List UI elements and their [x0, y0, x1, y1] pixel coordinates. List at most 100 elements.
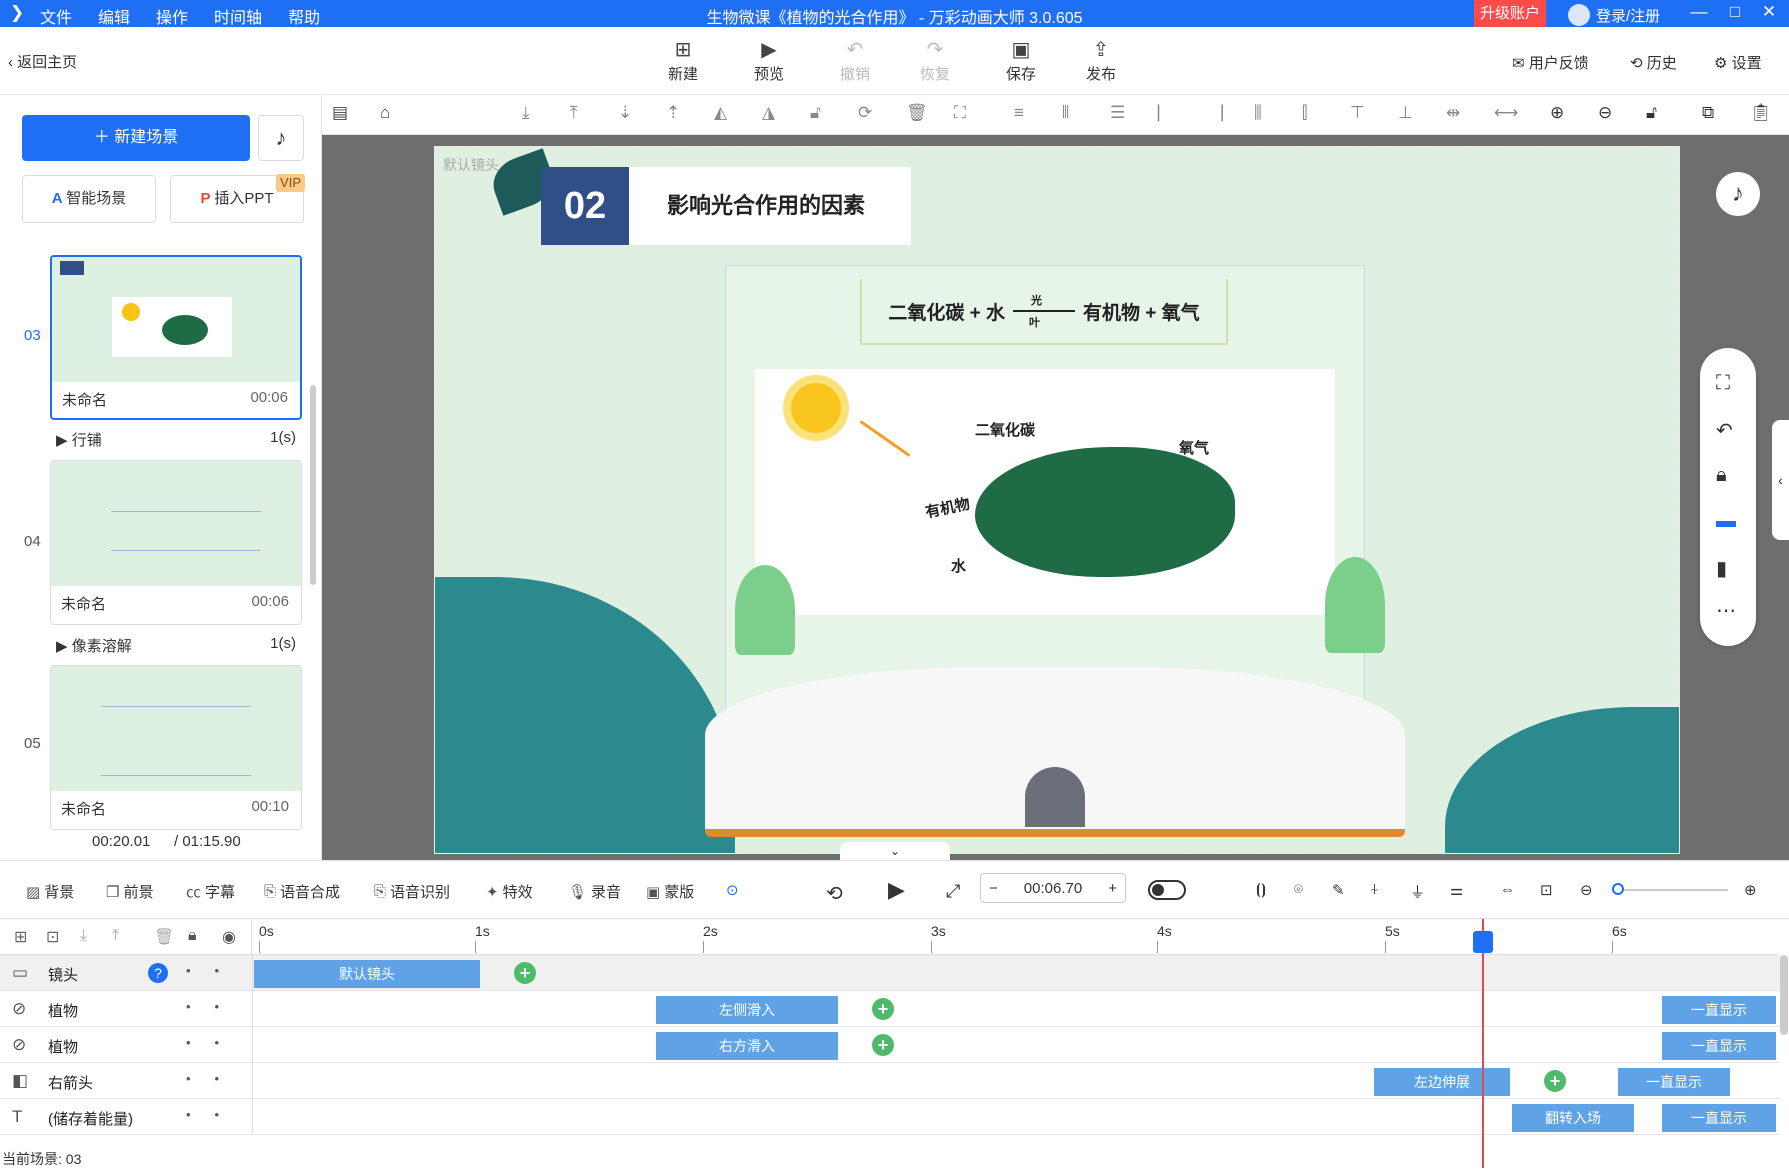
- rotate-icon[interactable]: ⟳: [858, 103, 872, 123]
- dist-h-icon[interactable]: ⫼: [1254, 103, 1262, 123]
- track-right-arrow[interactable]: ◧ 右箭头 •• 左边伸展 + 一直显示: [0, 1063, 1780, 1099]
- upgrade-account-button[interactable]: 升级账户: [1474, 0, 1546, 27]
- effect-button[interactable]: ✦ 特效: [486, 881, 533, 902]
- replay-button[interactable]: ⟲: [826, 881, 843, 906]
- fit-icon[interactable]: ⦗⦘: [1256, 881, 1266, 898]
- layer-up-icon[interactable]: ⇡: [666, 103, 680, 123]
- zoom-in-icon[interactable]: ⊕: [1550, 103, 1564, 123]
- align-left-icon[interactable]: ⎸: [1158, 103, 1175, 123]
- split-icon[interactable]: ⍭: [1370, 881, 1379, 898]
- plant-right[interactable]: [1325, 557, 1385, 653]
- fullscreen-button[interactable]: ⤢: [946, 881, 960, 902]
- clip[interactable]: 默认镜头: [254, 960, 480, 988]
- edit-icon[interactable]: ✎: [1332, 881, 1345, 899]
- time-ruler[interactable]: 0s 1s 2s 3s 4s 5s 6s: [252, 919, 1778, 955]
- current-time[interactable]: 00:06.70: [1024, 880, 1082, 897]
- settings-button[interactable]: ⚙ 设置: [1714, 52, 1762, 73]
- align-middle-icon[interactable]: ☰: [1110, 103, 1125, 123]
- eye-icon[interactable]: ◉: [222, 927, 236, 947]
- scene-scrollbar[interactable]: [310, 385, 316, 585]
- one-to-one-icon[interactable]: ⊡: [1540, 881, 1553, 899]
- redo-button[interactable]: ↷ 恢复: [910, 37, 960, 84]
- music-button[interactable]: ♪: [258, 115, 304, 161]
- insert-ppt-button[interactable]: P 插入PPT VIP: [170, 174, 305, 223]
- format-painter-icon[interactable]: ▤: [332, 103, 348, 123]
- lock-icon[interactable]: 🔓︎: [810, 103, 821, 123]
- clip[interactable]: 左边伸展: [1374, 1068, 1510, 1096]
- menu-operate[interactable]: 操作: [156, 4, 188, 28]
- home-icon[interactable]: ⌂: [380, 103, 390, 123]
- flip-v-icon[interactable]: ◮: [762, 103, 775, 123]
- add-folder-icon[interactable]: ⊞: [14, 927, 27, 947]
- move-up-icon[interactable]: ⤒: [112, 927, 119, 945]
- collapse-timeline[interactable]: ⌄: [840, 842, 950, 860]
- clip[interactable]: 左侧滑入: [656, 996, 838, 1024]
- scene-card-03[interactable]: 未命名 00:06: [50, 255, 302, 420]
- smart-scene-button[interactable]: A 智能场景: [22, 175, 156, 223]
- new-scene-button[interactable]: ＋ 新建场景: [22, 115, 250, 161]
- foreground-button[interactable]: ❐ 前景: [106, 881, 153, 902]
- new-layer-icon[interactable]: ⊡: [46, 927, 59, 947]
- fit-width-icon[interactable]: ⇔: [1500, 881, 1515, 898]
- play-button[interactable]: ▶: [888, 877, 905, 903]
- publish-button[interactable]: ⇪ 发布: [1076, 37, 1126, 84]
- copy-icon[interactable]: ⧉: [1702, 103, 1714, 123]
- track-toggles[interactable]: ••: [186, 999, 243, 1014]
- new-button[interactable]: ⊞ 新建: [658, 37, 708, 84]
- track-toggles[interactable]: ••: [186, 963, 243, 978]
- lock-icon[interactable]: 🔒︎: [188, 927, 197, 945]
- track-toggles[interactable]: ••: [186, 1035, 243, 1050]
- stage[interactable]: 默认镜头 02 影响光合作用的因素 二氧化碳 + 水 光 叶 有机物 + 氧气 …: [434, 146, 1680, 854]
- section-badge[interactable]: 02: [541, 167, 629, 245]
- clip[interactable]: 右方滑入: [656, 1032, 838, 1060]
- track-toggles[interactable]: ••: [186, 1107, 243, 1122]
- clip[interactable]: 一直显示: [1662, 1032, 1776, 1060]
- background-button[interactable]: ▨ 背景: [26, 881, 74, 902]
- zoom-in-icon[interactable]: ⊕: [1744, 881, 1757, 899]
- align-center-icon[interactable]: ≡: [1014, 103, 1024, 123]
- toggle-switch[interactable]: [1148, 880, 1186, 900]
- preview-button[interactable]: ▶ 预览: [744, 37, 794, 84]
- move-down-icon[interactable]: ⤓: [80, 927, 87, 945]
- playhead[interactable]: [1482, 919, 1484, 1168]
- undo-shape-icon[interactable]: ↶: [1716, 418, 1733, 443]
- align-right-icon[interactable]: ⎹: [1206, 103, 1223, 123]
- clip[interactable]: 一直显示: [1662, 996, 1776, 1024]
- slide-heading[interactable]: 影响光合作用的因素: [629, 167, 911, 245]
- feedback-button[interactable]: ✉ 用户反馈: [1512, 52, 1589, 73]
- expand-icon[interactable]: ⟷: [1494, 103, 1518, 123]
- center-v-icon[interactable]: ⊥: [1398, 103, 1413, 123]
- spacing-icon[interactable]: ⇹: [1446, 103, 1460, 123]
- add-keyframe-icon[interactable]: +: [872, 1034, 894, 1056]
- zoom-out-icon[interactable]: ⊖: [1580, 881, 1593, 899]
- transition-row[interactable]: ▶ 像素溶解 1(s): [56, 635, 296, 656]
- paste-icon[interactable]: 📋︎: [1750, 103, 1772, 123]
- minus-icon[interactable]: −: [989, 880, 998, 897]
- record-button[interactable]: 🎙︎ 录音: [568, 881, 621, 902]
- fit-screen-icon[interactable]: ⛶: [1716, 372, 1730, 395]
- track-plant-2[interactable]: ⊘ 植物 •• 右方滑入 + 一直显示: [0, 1027, 1780, 1063]
- zoom-out-icon[interactable]: ⊖: [1598, 103, 1612, 123]
- menu-edit[interactable]: 编辑: [98, 4, 130, 28]
- lock-icon[interactable]: 🔒︎: [1716, 464, 1727, 487]
- equation[interactable]: 二氧化碳 + 水 光 叶 有机物 + 氧气: [860, 279, 1228, 345]
- filter-icon[interactable]: ⏚: [1410, 881, 1425, 902]
- scene-card-05[interactable]: 未命名 00:10: [50, 665, 302, 830]
- collapse-right-panel[interactable]: ‹: [1772, 420, 1789, 540]
- menu-help[interactable]: 帮助: [288, 4, 320, 28]
- screen-icon[interactable]: ▬: [1716, 510, 1736, 533]
- track-plant-1[interactable]: ⊘ 植物 •• 左侧滑入 + 一直显示: [0, 991, 1780, 1027]
- subtitle-button[interactable]: ㏄字幕: [186, 881, 235, 902]
- delete-icon[interactable]: 🗑︎: [906, 103, 928, 123]
- layer-down-icon[interactable]: ⇣: [618, 103, 632, 123]
- asr-button[interactable]: ⎘ 语音识别: [374, 881, 450, 902]
- history-button[interactable]: ⟲ 历史: [1630, 52, 1677, 73]
- plus-icon[interactable]: +: [1108, 880, 1117, 897]
- track-camera[interactable]: ▭ 镜头 ? •• 默认镜头 +: [0, 955, 1780, 991]
- clip[interactable]: 翻转入场: [1512, 1104, 1634, 1132]
- delete-icon[interactable]: 🗑︎: [154, 927, 174, 947]
- more-icon[interactable]: ⋯: [1716, 598, 1736, 623]
- camera-icon[interactable]: ⌾: [1294, 881, 1303, 898]
- transition-row[interactable]: ▶ 行铺 1(s): [56, 429, 296, 450]
- tts-button[interactable]: ⎘ 语音合成: [264, 881, 340, 902]
